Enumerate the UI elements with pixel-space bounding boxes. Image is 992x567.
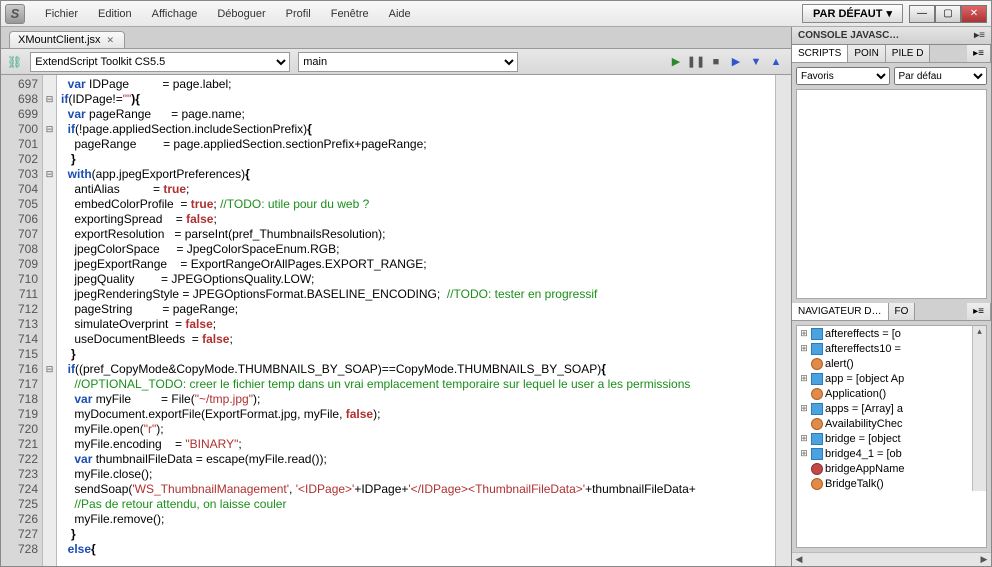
scripts-list[interactable] <box>796 89 987 299</box>
nav-tab-0[interactable]: NAVIGATEUR D… <box>792 303 889 320</box>
tree-label: aftereffects = [o <box>825 328 901 340</box>
code-editor[interactable]: 6976986997007017027037047057067077087097… <box>1 75 791 566</box>
menu-déboguer[interactable]: Déboguer <box>207 4 275 24</box>
panel-menu-icon[interactable]: ▸≡ <box>967 303 991 320</box>
tree-label: app = [object Ap <box>825 373 904 385</box>
tree-scrollbar[interactable]: ▴ <box>972 326 986 491</box>
tab-close-icon[interactable]: ✕ <box>105 35 117 46</box>
tree-expand-icon[interactable]: ⊞ <box>799 448 809 459</box>
tree-row[interactable]: ⊞ aftereffects = [o <box>797 326 972 341</box>
tree-label: aftereffects10 = <box>825 343 901 355</box>
tree-label: bridgeAppName <box>825 463 905 475</box>
func-icon <box>811 388 823 400</box>
editor-scrollbar[interactable] <box>775 75 791 566</box>
cube-icon <box>811 403 823 415</box>
tree-expand-icon[interactable]: ⊞ <box>799 403 809 414</box>
menu-fichier[interactable]: Fichier <box>35 4 88 24</box>
document-tabbar: XMountClient.jsx ✕ <box>1 27 791 49</box>
step-out-button[interactable]: ▲ <box>767 53 785 71</box>
scripts-tab-1[interactable]: POIN <box>848 45 885 62</box>
navigator-scrollbar[interactable]: ◀▶ <box>792 552 991 566</box>
menu-profil[interactable]: Profil <box>276 4 321 24</box>
cube-icon <box>811 328 823 340</box>
chevron-down-icon: ▾ <box>886 7 892 20</box>
document-tab[interactable]: XMountClient.jsx ✕ <box>9 31 125 48</box>
nav-tab-1[interactable]: FO <box>889 303 916 320</box>
panel-menu-icon[interactable]: ▸≡ <box>974 30 985 41</box>
tree-label: bridge = [object <box>825 433 901 445</box>
func-icon <box>811 358 823 370</box>
favoris-filter-select[interactable]: Par défau <box>894 67 988 85</box>
pause-button[interactable]: ❚❚ <box>687 53 705 71</box>
maximize-button[interactable]: ▢ <box>935 5 961 23</box>
menu-affichage[interactable]: Affichage <box>142 4 208 24</box>
step-over-button[interactable]: ▶ <box>727 53 745 71</box>
scripts-tab-0[interactable]: SCRIPTS <box>792 45 848 62</box>
side-panels: CONSOLE JAVASC… ▸≡ SCRIPTSPOINPILE D ▸≡ F… <box>791 27 991 566</box>
cube-icon <box>811 433 823 445</box>
workspace-selector[interactable]: PAR DÉFAUT ▾ <box>802 4 903 23</box>
tree-label: apps = [Array] a <box>825 403 903 415</box>
editor-toolbar: ⛓ ExtendScript Toolkit CS5.5 main ▶ ❚❚ ■… <box>1 49 791 75</box>
menu-edition[interactable]: Edition <box>88 4 142 24</box>
menu-aide[interactable]: Aide <box>379 4 421 24</box>
cube-icon <box>811 343 823 355</box>
tree-row[interactable]: ⊞ app = [object Ap <box>797 371 972 386</box>
tree-row[interactable]: alert() <box>797 356 972 371</box>
menu-fenêtre[interactable]: Fenêtre <box>321 4 379 24</box>
scripts-tab-2[interactable]: PILE D <box>886 45 931 62</box>
minimize-button[interactable]: — <box>909 5 935 23</box>
tree-row[interactable]: AvailabilityChec <box>797 416 972 431</box>
workspace-label: PAR DÉFAUT <box>813 8 882 20</box>
tree-label: Application() <box>825 388 886 400</box>
tab-title: XMountClient.jsx <box>18 34 101 46</box>
close-button[interactable]: ✕ <box>961 5 987 23</box>
func-icon <box>811 418 823 430</box>
func-icon <box>811 478 823 490</box>
step-into-button[interactable]: ▼ <box>747 53 765 71</box>
tree-row[interactable]: ⊞ aftereffects10 = <box>797 341 972 356</box>
target-function-select[interactable]: main <box>298 52 518 72</box>
target-app-select[interactable]: ExtendScript Toolkit CS5.5 <box>30 52 290 72</box>
tree-row[interactable]: ⊞ apps = [Array] a <box>797 401 972 416</box>
tree-row[interactable]: ⊞ bridge4_1 = [ob <box>797 446 972 461</box>
tree-expand-icon[interactable]: ⊞ <box>799 373 809 384</box>
cube-icon <box>811 448 823 460</box>
favoris-select[interactable]: Favoris <box>796 67 890 85</box>
tree-label: bridge4_1 = [ob <box>825 448 902 460</box>
tree-expand-icon[interactable]: ⊞ <box>799 343 809 354</box>
fold-gutter[interactable]: ⊟⊟⊟⊟ <box>43 75 57 566</box>
tree-row[interactable]: ⊞ bridge = [object <box>797 431 972 446</box>
obj-icon <box>811 463 823 475</box>
console-panel-header[interactable]: CONSOLE JAVASC… ▸≡ <box>792 27 991 45</box>
menubar: S FichierEditionAffichageDéboguerProfilF… <box>1 1 991 27</box>
tree-row[interactable]: BridgeTalk() <box>797 476 972 491</box>
tree-row[interactable]: Application() <box>797 386 972 401</box>
app-window: S FichierEditionAffichageDéboguerProfilF… <box>0 0 992 567</box>
tree-expand-icon[interactable]: ⊞ <box>799 433 809 444</box>
link-icon[interactable]: ⛓ <box>7 55 22 69</box>
scripts-panel-tabs: SCRIPTSPOINPILE D ▸≡ <box>792 45 991 63</box>
panel-menu-icon[interactable]: ▸≡ <box>967 45 991 62</box>
tree-label: BridgeTalk() <box>825 478 884 490</box>
navigator-panel-tabs: NAVIGATEUR D…FO ▸≡ <box>792 303 991 321</box>
tree-row[interactable]: bridgeAppName <box>797 461 972 476</box>
editor-pane: XMountClient.jsx ✕ ⛓ ExtendScript Toolki… <box>1 27 791 566</box>
tree-expand-icon[interactable]: ⊞ <box>799 328 809 339</box>
stop-button[interactable]: ■ <box>707 53 725 71</box>
cube-icon <box>811 373 823 385</box>
tree-label: alert() <box>825 358 854 370</box>
tree-label: AvailabilityChec <box>825 418 902 430</box>
run-button[interactable]: ▶ <box>667 53 685 71</box>
navigator-tree[interactable]: ⊞ aftereffects = [o ⊞ aftereffects10 = alert… <box>796 325 987 548</box>
line-gutter: 6976986997007017027037047057067077087097… <box>1 75 43 566</box>
code-area[interactable]: var IDPage = page.label;if(IDPage!=""){ … <box>57 75 775 566</box>
app-logo-icon: S <box>5 4 25 24</box>
